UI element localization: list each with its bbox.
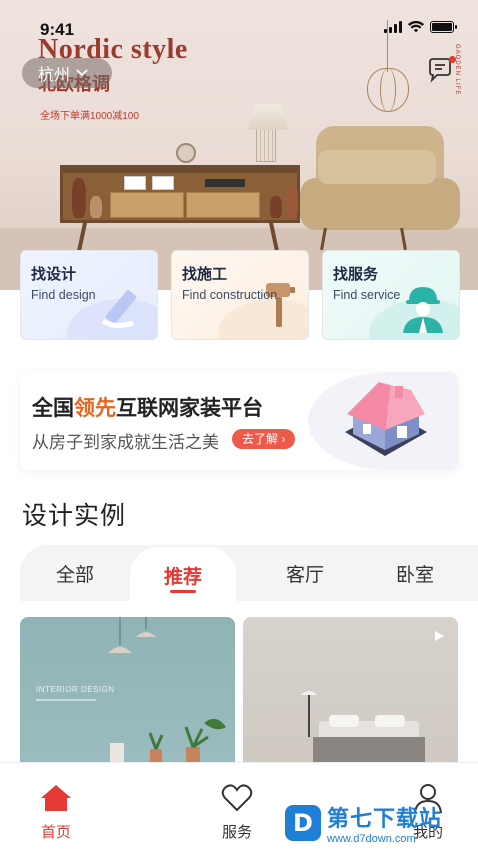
watermark-logo-icon: D bbox=[285, 805, 321, 841]
promo-subtitle: 从房子到家成就生活之美 bbox=[32, 433, 219, 452]
vase-decor bbox=[72, 178, 86, 218]
city-label: 杭州 bbox=[38, 67, 71, 84]
service-card-service[interactable]: 找服务 Find service bbox=[322, 250, 460, 340]
service-title: 找设计 bbox=[31, 266, 77, 283]
decor-books bbox=[205, 179, 245, 187]
battery-icon bbox=[430, 21, 457, 33]
promo-title-highlight: 领先 bbox=[74, 397, 116, 420]
sideboard-top bbox=[60, 165, 300, 173]
service-subtitle: Find construction bbox=[182, 288, 278, 302]
tab-recommended[interactable]: 推荐 bbox=[130, 547, 236, 603]
pendant-lights bbox=[108, 617, 156, 653]
table-lamp-base bbox=[256, 130, 276, 162]
status-icons bbox=[384, 21, 457, 33]
tab-living-room[interactable]: 客厅 bbox=[250, 545, 360, 601]
sofa-cushion bbox=[318, 150, 436, 184]
watermark: D 第七下载站 www.d7down.com bbox=[285, 800, 475, 846]
signal-icon bbox=[384, 21, 402, 33]
bed-decor bbox=[301, 691, 425, 762]
vase-decor bbox=[270, 196, 282, 218]
decor-box bbox=[124, 176, 146, 190]
tab-active-indicator bbox=[170, 590, 196, 593]
sideboard-drawer bbox=[110, 192, 184, 218]
wifi-icon bbox=[408, 21, 424, 33]
house-icon bbox=[345, 382, 427, 456]
hero-promo-text: 全场下单满1000减100 bbox=[40, 111, 139, 122]
service-subtitle: Find service bbox=[333, 288, 401, 302]
tab-bedroom[interactable]: 卧室 bbox=[360, 545, 470, 601]
pendant-lamp-icon bbox=[367, 68, 409, 112]
table-lamp-shade bbox=[248, 104, 288, 130]
chevron-down-icon bbox=[76, 69, 88, 77]
city-selector[interactable]: 杭州 bbox=[22, 58, 112, 88]
hero-banner[interactable]: 9:41 Nordic style 北欧格调 全场下单满1000减100 杭州 … bbox=[0, 0, 478, 290]
heart-icon bbox=[221, 784, 253, 812]
tabbar-services-label: 服务 bbox=[221, 824, 252, 841]
pencil-icon bbox=[101, 290, 137, 329]
tabbar-services[interactable]: 服务 bbox=[197, 781, 277, 842]
tabbar-home[interactable]: 首页 bbox=[16, 781, 96, 842]
category-tabs: 全部 推荐 客厅 卧室 bbox=[20, 545, 478, 603]
worker-icon bbox=[403, 287, 443, 333]
brand-vertical-text: GAODEN LIFE bbox=[454, 44, 460, 96]
design-case-card[interactable] bbox=[243, 617, 458, 762]
promo-title: 全国领先互联网家装平台 bbox=[32, 392, 263, 422]
decor-box bbox=[152, 176, 174, 190]
learn-more-button[interactable]: 去了解 › bbox=[232, 429, 296, 449]
service-card-construction[interactable]: 找施工 Find construction bbox=[171, 250, 309, 340]
tab-recommended-label: 推荐 bbox=[163, 566, 202, 588]
tabbar-home-label: 首页 bbox=[40, 824, 71, 841]
tab-all[interactable]: 全部 bbox=[20, 545, 130, 601]
watermark-brand: 第七下载站 bbox=[327, 806, 443, 831]
section-title: 设计实例 bbox=[22, 502, 127, 530]
sideboard-drawer bbox=[186, 192, 260, 218]
plant-decor bbox=[110, 718, 226, 762]
photo-caption: INTERIOR DESIGN bbox=[36, 685, 115, 694]
play-icon[interactable] bbox=[435, 631, 444, 641]
service-subtitle: Find design bbox=[31, 288, 96, 302]
service-card-design[interactable]: 找设计 Find design bbox=[20, 250, 158, 340]
watermark-url: www.d7down.com bbox=[327, 833, 416, 845]
sofa-seat bbox=[300, 178, 460, 230]
service-title: 找服务 bbox=[333, 266, 379, 283]
clock-decor bbox=[176, 143, 196, 163]
vase-decor bbox=[286, 186, 298, 218]
design-case-card[interactable]: INTERIOR DESIGN bbox=[20, 617, 235, 762]
vase-decor bbox=[90, 196, 102, 218]
promo-title-prefix: 全国 bbox=[32, 397, 74, 420]
photo-caption-line bbox=[36, 699, 96, 701]
promo-banner[interactable]: 全国领先互联网家装平台 从房子到家成就生活之美 去了解 › bbox=[20, 372, 458, 470]
service-title: 找施工 bbox=[182, 266, 228, 283]
home-icon bbox=[41, 785, 71, 811]
promo-title-suffix: 互联网家装平台 bbox=[116, 397, 263, 420]
